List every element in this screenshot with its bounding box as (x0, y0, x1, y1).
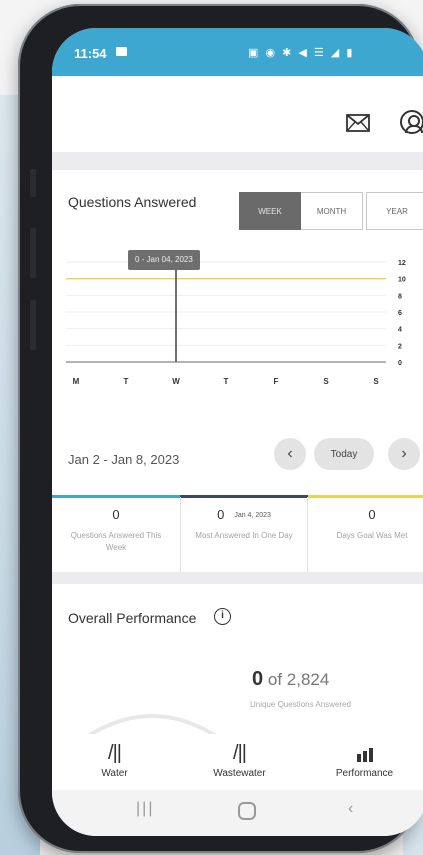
chart-svg: 12 10 8 6 4 2 0 M T W T F S S (66, 256, 406, 386)
y-tick-label: 6 (398, 310, 402, 317)
nav-label: Performance (335, 768, 394, 779)
x-tick-label: F (274, 377, 279, 386)
wastewater-icon: /|| (233, 742, 247, 764)
nav-wastewater[interactable]: /|| Wastewater (177, 734, 302, 790)
performance-icon-wrap (302, 742, 423, 768)
y-tick-label: 4 (398, 327, 402, 334)
power-button (30, 300, 36, 350)
bar-chart-icon (356, 748, 373, 762)
weekly-stats: 0 Questions Answered This Week 0 Jan 4, 2… (52, 495, 423, 573)
water-icon: /|| (108, 742, 122, 764)
x-tick-label: T (224, 377, 229, 386)
stat-value-row: 0 Jan 4, 2023 (181, 507, 307, 522)
previous-week-button[interactable]: ‹ (274, 438, 306, 470)
nav-label: Wastewater (213, 768, 266, 779)
home-icon[interactable] (238, 802, 256, 820)
system-navigation-bar: ||| ‹ (52, 790, 423, 836)
info-icon[interactable]: i (214, 608, 231, 625)
card-title: Questions Answered (68, 194, 197, 210)
y-tick-label: 0 (398, 360, 402, 367)
back-icon[interactable]: ‹ (348, 800, 353, 818)
nav-water[interactable]: /|| Water (52, 734, 177, 790)
mail-icon[interactable] (346, 114, 370, 132)
stat-value: 0 (112, 507, 120, 522)
date-range: Jan 2 - Jan 8, 2023 (68, 452, 180, 467)
x-tick-label: W (172, 377, 180, 386)
nav-performance[interactable]: Performance (302, 734, 423, 790)
y-tick-label: 10 (398, 277, 406, 284)
volume-down-button (30, 228, 36, 278)
tab-year[interactable]: YEAR (366, 192, 423, 230)
stat-value: 0 (217, 507, 225, 522)
count-total: of 2,824 (267, 670, 330, 689)
volume-up-button (30, 169, 36, 197)
phone-frame: 11:54 ▣ ◉ ✱ ◀ ☰ ◢ ▮ Questions Answered W… (18, 4, 423, 853)
stat-most-in-one-day: 0 Jan 4, 2023 Most Answered In One Day (180, 497, 308, 573)
nav-label: Water (101, 768, 128, 779)
status-bar: 11:54 ▣ ◉ ✱ ◀ ☰ ◢ ▮ (52, 28, 423, 76)
stat-label: Questions Answered This Week (70, 531, 162, 552)
y-tick-label: 2 (398, 343, 402, 350)
notification-mail-icon (116, 47, 127, 56)
bottom-navigation: /|| Water /|| Wastewater Performance (52, 734, 423, 790)
stat-questions-this-week: 0 Questions Answered This Week (52, 497, 180, 573)
overall-performance-card: Overall Performance i 0 of 2,824 Unique … (52, 584, 423, 738)
period-tabs: WEEK MONTH YEAR (239, 192, 423, 230)
unique-questions-count: 0 of 2,824 (252, 668, 329, 691)
screen: 11:54 ▣ ◉ ✱ ◀ ☰ ◢ ▮ Questions Answered W… (52, 28, 423, 836)
stat-date: Jan 4, 2023 (234, 512, 271, 520)
tab-week[interactable]: WEEK (239, 192, 301, 230)
questions-answered-card: Questions Answered WEEK MONTH YEAR 12 10 8… (52, 170, 423, 573)
count-subtitle: Unique Questions Answered (250, 700, 351, 709)
count-number: 0 (252, 668, 264, 690)
x-tick-label: S (373, 377, 379, 386)
performance-title: Overall Performance (68, 610, 197, 626)
next-week-button[interactable]: › (388, 438, 420, 470)
status-icons: ▣ ◉ ✱ ◀ ☰ ◢ ▮ (248, 47, 355, 59)
x-tick-label: M (73, 377, 80, 386)
section-gap (52, 572, 423, 584)
x-tick-label: S (323, 377, 329, 386)
today-button[interactable]: Today (314, 438, 374, 470)
tab-month[interactable]: MONTH (301, 192, 363, 230)
stat-label: Days Goal Was Met (336, 531, 408, 540)
stat-label: Most Answered In One Day (195, 531, 293, 540)
app-header (52, 76, 423, 152)
status-time: 11:54 (74, 46, 107, 61)
stat-days-goal-met: 0 Days Goal Was Met (308, 497, 423, 573)
user-profile-icon[interactable] (400, 110, 423, 134)
y-tick-label: 8 (398, 293, 402, 300)
section-gap (52, 152, 423, 170)
stat-value: 0 (368, 507, 376, 522)
recent-apps-icon[interactable]: ||| (136, 800, 154, 818)
questions-chart: 12 10 8 6 4 2 0 M T W T F S S 0 - Jan 04, 2023 (66, 246, 423, 408)
y-tick-label: 12 (398, 260, 406, 267)
chart-tooltip: 0 - Jan 04, 2023 (128, 250, 200, 270)
x-tick-label: T (124, 377, 129, 386)
